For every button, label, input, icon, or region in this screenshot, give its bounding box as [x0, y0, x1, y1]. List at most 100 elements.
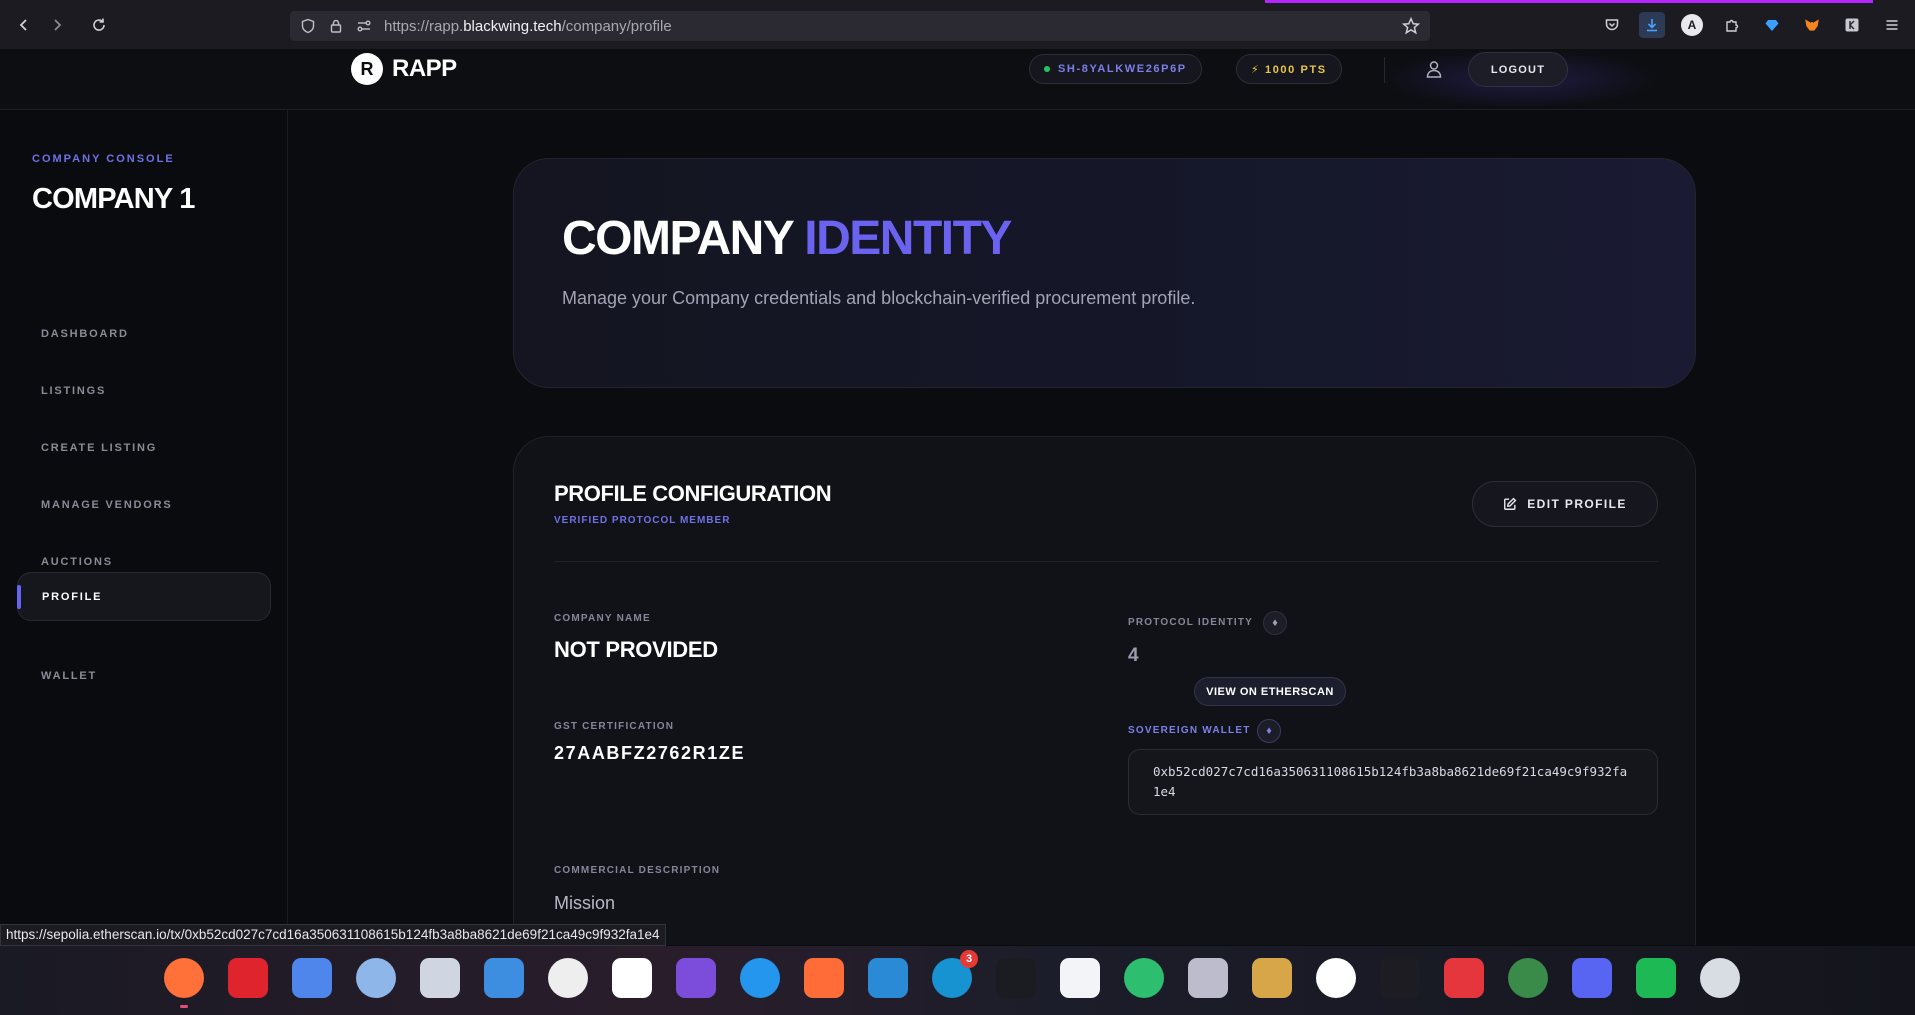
- notification-badge: 3: [960, 950, 978, 968]
- bookmark-star-icon[interactable]: [1402, 17, 1420, 35]
- shield-icon[interactable]: [300, 18, 316, 34]
- document-viewer-icon[interactable]: [480, 954, 528, 1002]
- gst-label: GST CERTIFICATION: [554, 721, 675, 732]
- archive-manager-icon[interactable]: [416, 954, 464, 1002]
- trash-icon[interactable]: [1696, 954, 1744, 1002]
- account-avatar[interactable]: A: [1679, 12, 1705, 38]
- ethereum-icon: ♦: [1257, 719, 1281, 743]
- permissions-icon[interactable]: [356, 18, 372, 34]
- company-name-label: COMPANY NAME: [554, 613, 651, 624]
- points-value: ⚡ 1000 PTS: [1251, 63, 1327, 76]
- intellij-icon[interactable]: [992, 954, 1040, 1002]
- files-glyph: [356, 958, 396, 998]
- document-viewer-glyph: [484, 958, 524, 998]
- online-dot-icon: [1044, 66, 1050, 72]
- user-icon[interactable]: [1424, 59, 1444, 79]
- view-on-etherscan-button[interactable]: VIEW ON ETHERSCAN: [1194, 677, 1346, 706]
- card-divider: [554, 561, 1658, 562]
- dock-apps: 3: [160, 950, 1744, 1008]
- tasks-icon[interactable]: [672, 954, 720, 1002]
- keyring-extension-icon[interactable]: [1839, 12, 1865, 38]
- pocket-icon[interactable]: [1599, 12, 1625, 38]
- account-initial: A: [1681, 14, 1703, 36]
- url-host: blackwing.tech: [463, 17, 562, 35]
- chromium-icon[interactable]: [288, 954, 336, 1002]
- cube-app-icon[interactable]: [1184, 954, 1232, 1002]
- verified-label: VERIFIED PROTOCOL MEMBER: [554, 515, 731, 526]
- notion-icon[interactable]: [608, 954, 656, 1002]
- terminal-icon[interactable]: [1376, 954, 1424, 1002]
- discord-icon[interactable]: [1568, 954, 1616, 1002]
- sidebar-item-profile[interactable]: PROFILE: [17, 572, 271, 621]
- cube-app-glyph: [1188, 958, 1228, 998]
- sidebar-item-listings[interactable]: LISTINGS: [17, 367, 271, 415]
- opera-icon[interactable]: [224, 954, 272, 1002]
- identity-hero-card: COMPANY IDENTITY Manage your Company cre…: [513, 158, 1696, 388]
- reload-button[interactable]: [84, 10, 114, 40]
- archive-manager-glyph: [420, 958, 460, 998]
- toggle-app-icon[interactable]: [1440, 954, 1488, 1002]
- postman-glyph: [804, 958, 844, 998]
- arch-updater-icon[interactable]: 3: [928, 950, 978, 1002]
- notion-glyph: [612, 958, 652, 998]
- app-store-glyph: [1060, 958, 1100, 998]
- sovereign-wallet-label: SOVEREIGN WALLET: [1128, 725, 1251, 736]
- system-monitor-glyph: [1508, 958, 1548, 998]
- edit-icon: [1504, 497, 1517, 510]
- wallet-address[interactable]: 0xb52cd027c7cd16a350631108615b124fb3a8ba…: [1128, 749, 1658, 815]
- forward-button[interactable]: [42, 10, 72, 40]
- session-id: SH-8YALKWE26P6P: [1058, 63, 1187, 75]
- taskbar-dock: 3: [0, 946, 1915, 1015]
- metamask-fox-icon[interactable]: [1799, 12, 1825, 38]
- dbeaver-icon[interactable]: [1248, 954, 1296, 1002]
- arrow-left-icon: [19, 19, 27, 31]
- app-store-icon[interactable]: [1056, 954, 1104, 1002]
- browser-toolbar: https://rapp. blackwing.tech/company/prof…: [0, 0, 1915, 49]
- edit-profile-button[interactable]: EDIT PROFILE: [1472, 481, 1658, 527]
- edit-profile-label: EDIT PROFILE: [1527, 497, 1627, 511]
- extensions-puzzle-icon[interactable]: [1719, 12, 1745, 38]
- logo-text: RAPP: [392, 55, 457, 82]
- url-path: /company/profile: [561, 17, 672, 35]
- page-title-accent: IDENTITY: [804, 212, 1012, 265]
- address-bar[interactable]: https://rapp. blackwing.tech/company/prof…: [290, 11, 1430, 41]
- sidebar-item-create-listing[interactable]: CREATE LISTING: [17, 424, 271, 472]
- link-status-bar: https://sepolia.etherscan.io/tx/0xb52cd0…: [0, 924, 666, 946]
- vscode-icon[interactable]: [864, 954, 912, 1002]
- page-description: Manage your Company credentials and bloc…: [562, 288, 1196, 308]
- toggle-app-glyph: [1444, 958, 1484, 998]
- sidebar-item-manage-vendors[interactable]: MANAGE VENDORS: [17, 481, 271, 529]
- page-title-main: COMPANY: [562, 212, 794, 265]
- app-header: R RAPP SH-8YALKWE26P6P ⚡ 1000 PTS LOGOUT: [0, 49, 1915, 110]
- console-label: COMPANY CONSOLE: [32, 153, 175, 165]
- hamburger-menu-icon[interactable]: [1879, 12, 1905, 38]
- ethereum-icon: ♦: [1263, 611, 1287, 635]
- brand-logo[interactable]: R RAPP: [351, 53, 457, 85]
- logout-button[interactable]: LOGOUT: [1468, 52, 1568, 87]
- commercial-description-label: COMMERCIAL DESCRIPTION: [554, 865, 721, 876]
- text-editor-icon[interactable]: [544, 954, 592, 1002]
- sidebar-item-wallet[interactable]: WALLET: [17, 652, 271, 700]
- postman-icon[interactable]: [800, 954, 848, 1002]
- mongodb-glyph: [1316, 958, 1356, 998]
- files-icon[interactable]: [352, 954, 400, 1002]
- system-monitor-icon[interactable]: [1504, 954, 1552, 1002]
- session-id-badge: SH-8YALKWE26P6P: [1029, 54, 1202, 84]
- dbeaver-glyph: [1252, 958, 1292, 998]
- back-button[interactable]: [9, 10, 39, 40]
- gem-extension-icon[interactable]: [1759, 12, 1785, 38]
- firefox-icon[interactable]: [160, 954, 208, 1008]
- text-editor-glyph: [548, 958, 588, 998]
- lock-icon[interactable]: [328, 18, 344, 34]
- circle-app-icon[interactable]: [1120, 954, 1168, 1002]
- downloads-icon[interactable]: [1639, 12, 1665, 38]
- url-prefix: https://rapp.: [384, 17, 464, 35]
- spotify-icon[interactable]: [1632, 954, 1680, 1002]
- docker-icon[interactable]: [736, 954, 784, 1002]
- protocol-identity-value: 4: [1128, 645, 1139, 666]
- gst-value: 27AABFZ2762R1ZE: [554, 743, 746, 763]
- mongodb-icon[interactable]: [1312, 954, 1360, 1002]
- terminal-glyph: [1380, 958, 1420, 998]
- circle-app-glyph: [1124, 958, 1164, 998]
- sidebar-item-dashboard[interactable]: DASHBOARD: [17, 310, 271, 358]
